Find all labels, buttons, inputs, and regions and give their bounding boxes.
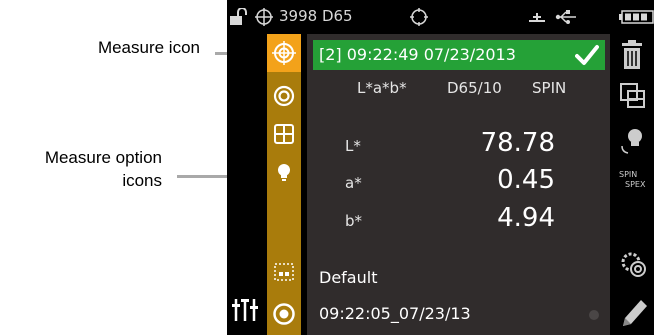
battery-icon: [619, 10, 654, 28]
b-star-label: b*: [345, 212, 363, 230]
callout-measure-option-line1: Measure option: [44, 148, 162, 167]
measure-options-bar: [267, 34, 301, 335]
standard-timestamp: 09:22:05_07/23/13: [319, 304, 471, 323]
measurement-header-text: [2] 09:22:49 07/23/2013: [319, 45, 516, 64]
spin-label: SPIN: [619, 170, 638, 179]
target-crosshair-icon: [255, 8, 273, 30]
spin-spex-toggle-icon[interactable]: SPIN SPEX: [619, 170, 645, 190]
measure-ring-icon[interactable]: [272, 302, 296, 326]
l-star-label: L*: [345, 137, 361, 155]
concentric-rings-icon[interactable]: [272, 84, 296, 108]
network-icon: [527, 9, 547, 29]
lightbulb-icon[interactable]: [272, 160, 296, 184]
measure-icon[interactable]: [272, 41, 296, 65]
measurement-header[interactable]: [2] 09:22:49 07/23/2013: [313, 40, 605, 70]
gear-target-icon[interactable]: [619, 250, 649, 284]
crosshair-circle-icon: [409, 7, 429, 31]
settings-sliders-icon[interactable]: [231, 296, 259, 326]
aperture-frame-icon[interactable]: [272, 260, 296, 284]
l-star-value: 78.78: [480, 128, 555, 158]
measurement-panel: [2] 09:22:49 07/23/2013 L*a*b* D65/10 SP…: [307, 34, 610, 335]
illuminant-label: D65/10: [447, 79, 502, 97]
callout-measure-option-line2: icons: [122, 171, 162, 190]
mode-label: SPIN: [532, 79, 567, 97]
spex-label: SPEX: [625, 180, 646, 189]
trash-icon[interactable]: [619, 40, 645, 74]
usb-icon: [555, 9, 577, 29]
checkmark-icon: [575, 44, 599, 66]
left-column: [227, 34, 267, 335]
unlock-icon: [229, 7, 249, 30]
status-dot: [589, 310, 599, 320]
device-screen: 3998 D65 [2] 09:22:49 07/23/2013 L*a*b* …: [227, 0, 654, 335]
color-space-label: L*a*b*: [357, 79, 407, 97]
measure-option-selected[interactable]: [267, 34, 301, 72]
instrument-status-text: 3998 D65: [279, 7, 353, 25]
compare-icon[interactable]: [619, 82, 647, 114]
grid-icon[interactable]: [272, 122, 296, 146]
status-bar: 3998 D65: [227, 0, 654, 34]
a-star-label: a*: [345, 174, 362, 192]
b-star-value: 4.94: [497, 203, 555, 233]
pencil-icon[interactable]: [619, 296, 649, 332]
right-toolbar: SPIN SPEX: [615, 34, 654, 335]
lightbulb-query-icon[interactable]: [619, 126, 647, 160]
standard-name[interactable]: Default: [319, 268, 377, 287]
a-star-value: 0.45: [497, 165, 555, 195]
callout-measure-icon: Measure icon: [97, 38, 200, 57]
